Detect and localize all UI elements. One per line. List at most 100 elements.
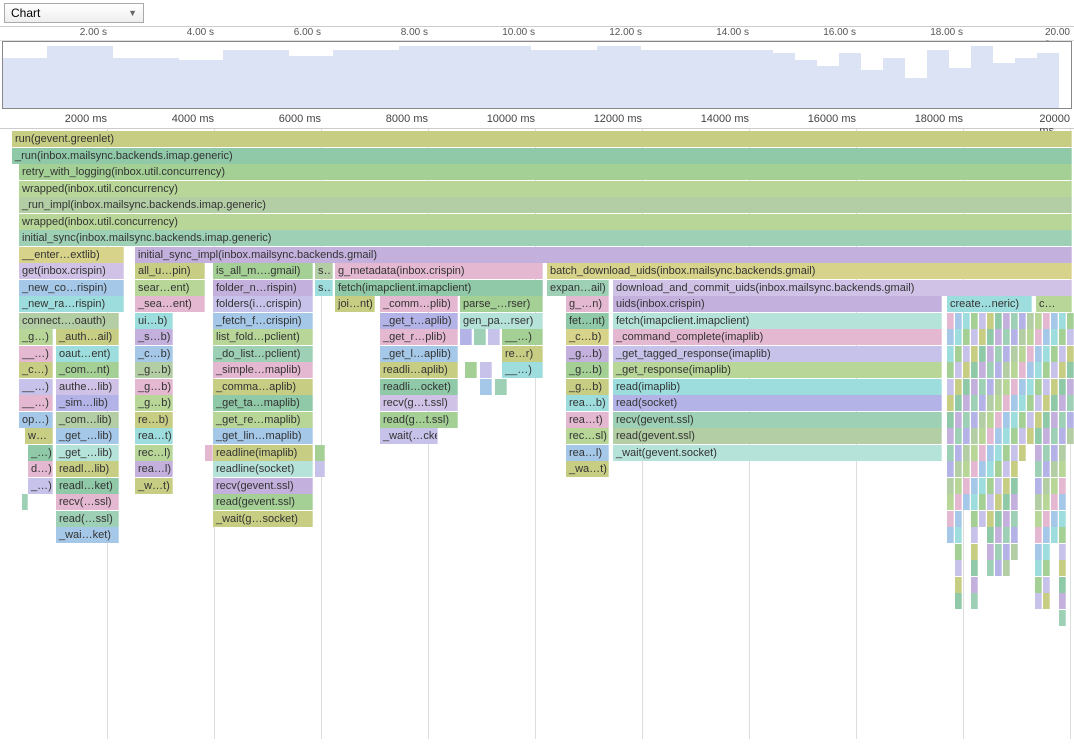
flame-frame[interactable]: create…neric) (947, 296, 1032, 312)
flame-frame[interactable] (987, 329, 994, 345)
flame-frame[interactable] (971, 346, 978, 362)
flame-frame[interactable] (1035, 362, 1042, 378)
flame-frame[interactable]: fetch(imapclient.imapclient) (613, 313, 942, 329)
flame-frame[interactable] (1027, 313, 1034, 329)
flame-frame[interactable]: __…) (19, 395, 53, 411)
flame-frame[interactable] (1003, 560, 1010, 576)
overview-minimap[interactable] (2, 41, 1072, 109)
flame-frame[interactable]: wrapped(inbox.util.concurrency) (19, 181, 1072, 197)
flame-frame[interactable]: batch_download_uids(inbox.mailsync.backe… (547, 263, 1072, 279)
flame-frame[interactable]: wrapped(inbox.util.concurrency) (19, 214, 1072, 230)
flame-frame[interactable] (1059, 346, 1066, 362)
flame-frame[interactable]: recv(gevent.ssl) (213, 478, 313, 494)
flame-frame[interactable] (1059, 379, 1066, 395)
flame-frame[interactable]: _simple…maplib) (213, 362, 313, 378)
flame-frame[interactable]: _wa…t) (566, 461, 609, 477)
flame-frame[interactable] (1051, 511, 1058, 527)
flame-frame[interactable] (1059, 428, 1066, 444)
flame-frame[interactable]: initial_sync_impl(inbox.mailsync.backend… (135, 247, 1072, 263)
flame-frame[interactable] (1019, 428, 1026, 444)
flame-frame[interactable] (995, 478, 1002, 494)
flame-frame[interactable]: connect….oauth) (19, 313, 119, 329)
flame-frame[interactable] (987, 346, 994, 362)
flame-frame[interactable] (1067, 346, 1074, 362)
flame-frame[interactable] (1019, 379, 1026, 395)
flame-frame[interactable]: authe…lib) (56, 379, 119, 395)
flame-frame[interactable]: _…) (28, 478, 53, 494)
flame-frame[interactable] (1043, 412, 1050, 428)
flame-frame[interactable] (979, 478, 986, 494)
flame-frame[interactable] (955, 478, 962, 494)
flame-frame[interactable] (979, 379, 986, 395)
flame-frame[interactable] (995, 511, 1002, 527)
flame-frame[interactable]: read(g…t.ssl) (380, 412, 458, 428)
flame-frame[interactable] (1059, 362, 1066, 378)
flame-frame[interactable]: s… (315, 263, 333, 279)
flame-frame[interactable]: _com…nt) (56, 362, 119, 378)
flame-frame[interactable] (1035, 379, 1042, 395)
flame-frame[interactable] (963, 428, 970, 444)
flame-frame[interactable] (1011, 395, 1018, 411)
flame-frame[interactable]: _comm…plib) (380, 296, 458, 312)
flame-frame[interactable] (1051, 494, 1058, 510)
flame-frame[interactable] (947, 428, 954, 444)
flame-frame[interactable] (987, 362, 994, 378)
flame-frame[interactable] (963, 362, 970, 378)
flame-frame[interactable]: d…) (28, 461, 53, 477)
flame-frame[interactable]: _g…) (19, 329, 53, 345)
flame-frame[interactable] (1003, 494, 1010, 510)
flame-frame[interactable]: _command_complete(imaplib) (613, 329, 942, 345)
flame-frame[interactable] (1051, 412, 1058, 428)
flame-frame[interactable] (1043, 461, 1050, 477)
flame-frame[interactable]: _get_…lib) (56, 445, 119, 461)
flame-frame[interactable] (1003, 461, 1010, 477)
flame-frame[interactable] (947, 362, 954, 378)
flame-frame[interactable] (1043, 428, 1050, 444)
flame-frame[interactable] (1035, 445, 1042, 461)
flame-frame[interactable] (1011, 527, 1018, 543)
flame-frame[interactable] (1011, 329, 1018, 345)
flame-frame[interactable] (995, 527, 1002, 543)
flame-frame[interactable]: readline(socket) (213, 461, 313, 477)
flame-frame[interactable]: __…) (502, 362, 543, 378)
flame-frame[interactable] (1059, 593, 1066, 609)
flame-frame[interactable] (1043, 478, 1050, 494)
flame-frame[interactable] (1011, 379, 1018, 395)
flame-frame[interactable] (979, 313, 986, 329)
flame-frame[interactable] (955, 511, 962, 527)
flame-frame[interactable] (1043, 560, 1050, 576)
flame-frame[interactable] (1067, 412, 1074, 428)
flame-frame[interactable]: __…) (19, 346, 53, 362)
flame-frame[interactable] (460, 329, 472, 345)
flame-frame[interactable] (1051, 478, 1058, 494)
flame-frame[interactable] (1011, 478, 1018, 494)
flame-frame[interactable] (987, 445, 994, 461)
flame-frame[interactable]: rea…b) (566, 395, 609, 411)
flame-frame[interactable] (955, 544, 962, 560)
flame-frame[interactable]: s… (315, 280, 333, 296)
flame-frame[interactable] (947, 379, 954, 395)
flame-frame[interactable] (963, 494, 970, 510)
flame-frame[interactable] (987, 395, 994, 411)
flame-frame[interactable] (963, 478, 970, 494)
flame-frame[interactable]: _wait(…cket) (380, 428, 438, 444)
flame-frame[interactable] (971, 577, 978, 593)
flame-frame[interactable] (995, 346, 1002, 362)
flame-frame[interactable]: _sim…lib) (56, 395, 119, 411)
flame-frame[interactable] (1035, 577, 1042, 593)
flame-frame[interactable] (1003, 478, 1010, 494)
flame-frame[interactable] (995, 362, 1002, 378)
flame-frame[interactable]: _get_l…aplib) (380, 346, 458, 362)
flame-frame[interactable] (1011, 346, 1018, 362)
flame-frame[interactable] (947, 478, 954, 494)
flame-frame[interactable] (995, 544, 1002, 560)
flame-frame[interactable] (1035, 544, 1042, 560)
flame-frame[interactable]: readl…ket) (56, 478, 119, 494)
flame-frame[interactable] (1035, 346, 1042, 362)
flame-frame[interactable] (1003, 329, 1010, 345)
flame-frame[interactable] (971, 428, 978, 444)
flame-frame[interactable] (979, 412, 986, 428)
flame-frame[interactable] (995, 412, 1002, 428)
flame-frame[interactable] (1035, 329, 1042, 345)
flame-frame[interactable] (1003, 527, 1010, 543)
